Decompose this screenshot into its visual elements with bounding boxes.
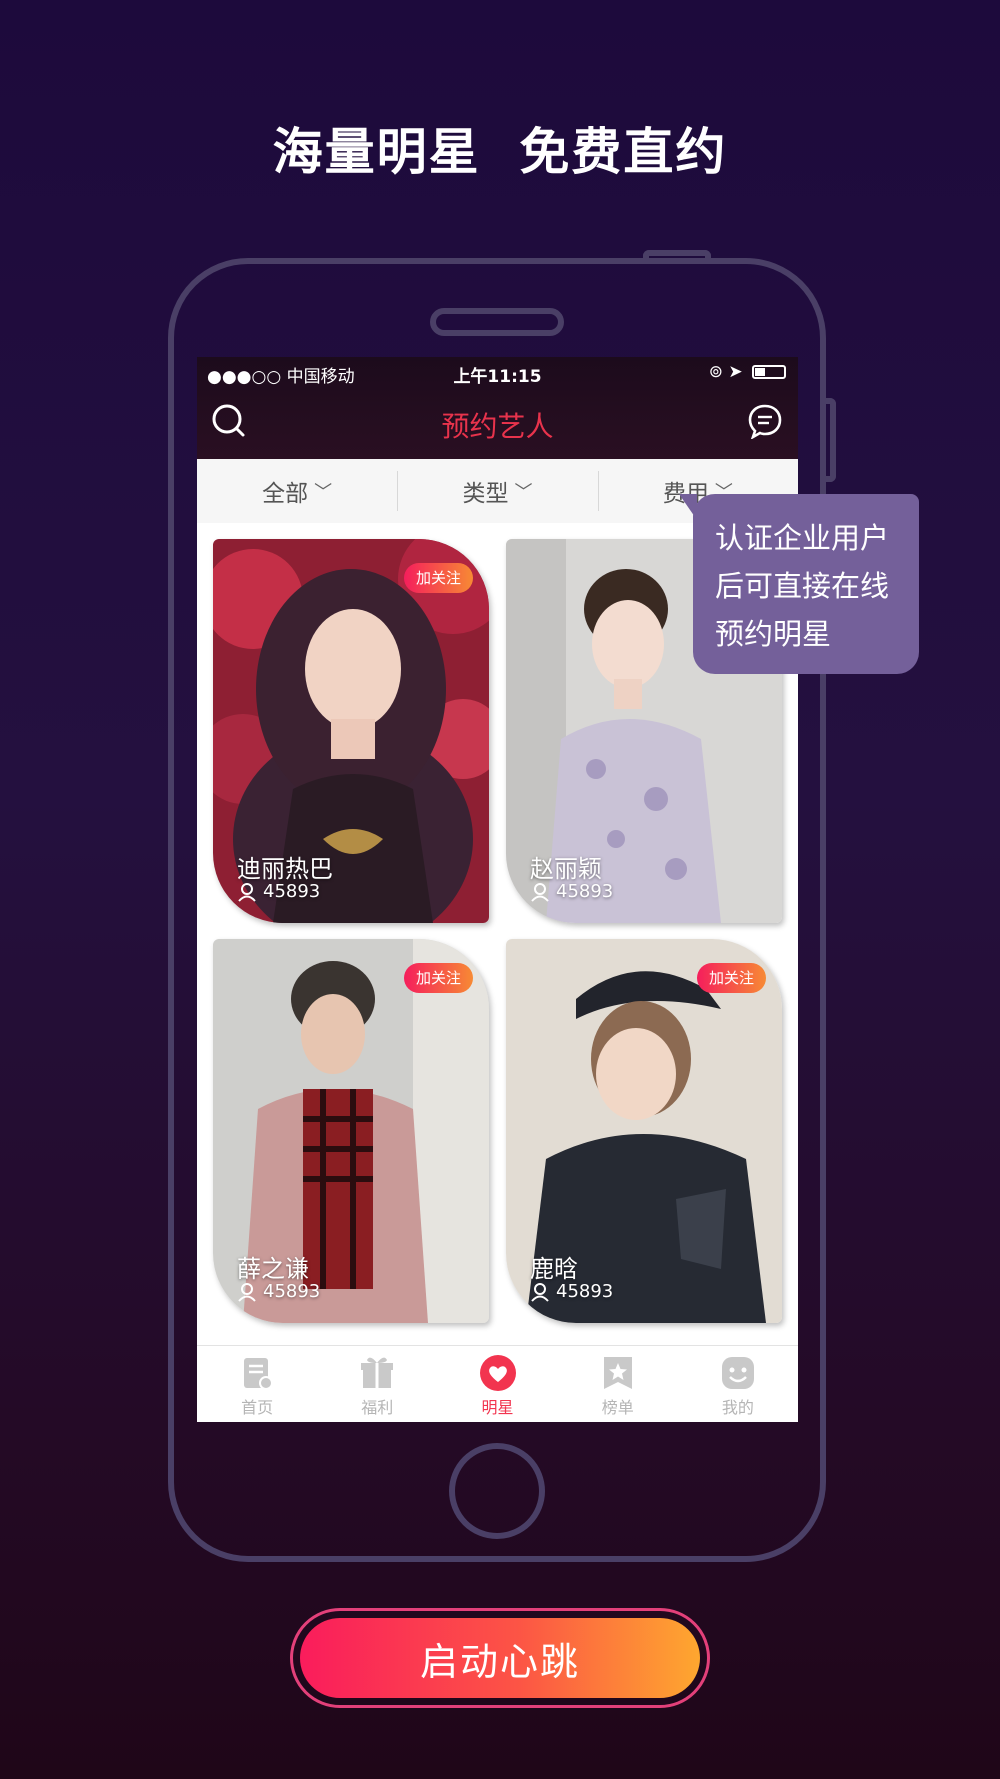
start-heartbeat-button[interactable]: 启动心跳 — [300, 1618, 700, 1698]
tab-label: 首页 — [241, 1398, 274, 1417]
fans-value: 45893 — [263, 1281, 321, 1302]
tooltip-line: 后可直接在线 — [715, 569, 890, 603]
person-icon — [238, 882, 256, 902]
tab-stars[interactable]: 明星 — [437, 1346, 557, 1422]
phone-power-button — [826, 398, 836, 482]
tooltip-arrow — [679, 494, 697, 520]
filter-all[interactable]: 全部 ﹀ — [197, 459, 397, 523]
home-icon — [244, 1358, 274, 1390]
heart-icon — [479, 1355, 516, 1391]
status-icons: ⊚ ➤ — [709, 362, 786, 382]
profile-icon — [721, 1357, 754, 1389]
follow-button[interactable]: 加关注 — [696, 963, 766, 993]
star-name: 鹿晗 — [530, 1255, 578, 1283]
chevron-down-icon: ﹀ — [514, 482, 533, 503]
person-icon — [531, 882, 549, 902]
lock-rotation-icon: ⊚ — [708, 362, 723, 382]
star-card[interactable]: 加关注 鹿晗 45893 — [506, 939, 782, 1323]
gift-icon — [361, 1357, 394, 1388]
fans-count: 45893 — [530, 1281, 613, 1302]
star-name: 迪丽热巴 — [237, 855, 333, 883]
tab-label: 福利 — [361, 1398, 394, 1417]
page-title: 预约艺人 — [441, 410, 554, 443]
person-icon — [238, 1282, 256, 1302]
chevron-down-icon: ﹀ — [314, 482, 333, 503]
phone-speaker — [430, 308, 564, 336]
star-name: 赵丽颖 — [530, 855, 602, 883]
headline: 海量明星 免费直约 — [272, 123, 728, 181]
fans-value: 45893 — [556, 1281, 614, 1302]
ranking-icon — [603, 1357, 632, 1389]
tab-label: 明星 — [481, 1398, 514, 1417]
tab-bar: 首页 福利 明星 榜单 我的 — [197, 1345, 798, 1422]
feature-tooltip: 认证企业用户 后可直接在线 预约明星 — [679, 494, 919, 674]
follow-button[interactable]: 加关注 — [403, 563, 473, 593]
status-bar: ●●●○○ 中国移动 上午11:15 ⊚ ➤ — [197, 357, 798, 387]
star-name: 薛之谦 — [237, 1255, 309, 1283]
tab-welfare[interactable]: 福利 — [317, 1346, 437, 1422]
app-header: ●●●○○ 中国移动 上午11:15 ⊚ ➤ 预约艺人 — [197, 357, 798, 459]
person-icon — [531, 1282, 549, 1302]
tooltip-line: 认证企业用户 — [715, 521, 890, 555]
follow-button[interactable]: 加关注 — [403, 963, 473, 993]
fans-count: 45893 — [237, 1281, 320, 1302]
phone-home-button — [449, 1443, 545, 1539]
tooltip-line: 预约明星 — [715, 617, 832, 651]
fans-value: 45893 — [556, 881, 614, 902]
tab-label: 我的 — [721, 1398, 754, 1417]
tab-label: 榜单 — [601, 1398, 634, 1417]
tab-ranking[interactable]: 榜单 — [558, 1346, 678, 1422]
fans-value: 45893 — [263, 881, 321, 902]
fans-count: 45893 — [237, 881, 320, 902]
filter-type[interactable]: 类型 ﹀ — [397, 459, 597, 523]
battery-icon — [752, 365, 786, 379]
filter-label: 类型 — [462, 481, 509, 507]
message-icon[interactable] — [745, 401, 785, 441]
star-card[interactable]: 加关注 薛之谦 45893 — [213, 939, 489, 1323]
fans-count: 45893 — [530, 881, 613, 902]
filter-label: 全部 — [262, 481, 309, 507]
tab-home[interactable]: 首页 — [197, 1346, 317, 1422]
tab-profile[interactable]: 我的 — [678, 1346, 798, 1422]
star-card[interactable]: 加关注 迪丽热巴 45893 — [213, 539, 489, 923]
location-icon: ➤ — [728, 362, 743, 382]
